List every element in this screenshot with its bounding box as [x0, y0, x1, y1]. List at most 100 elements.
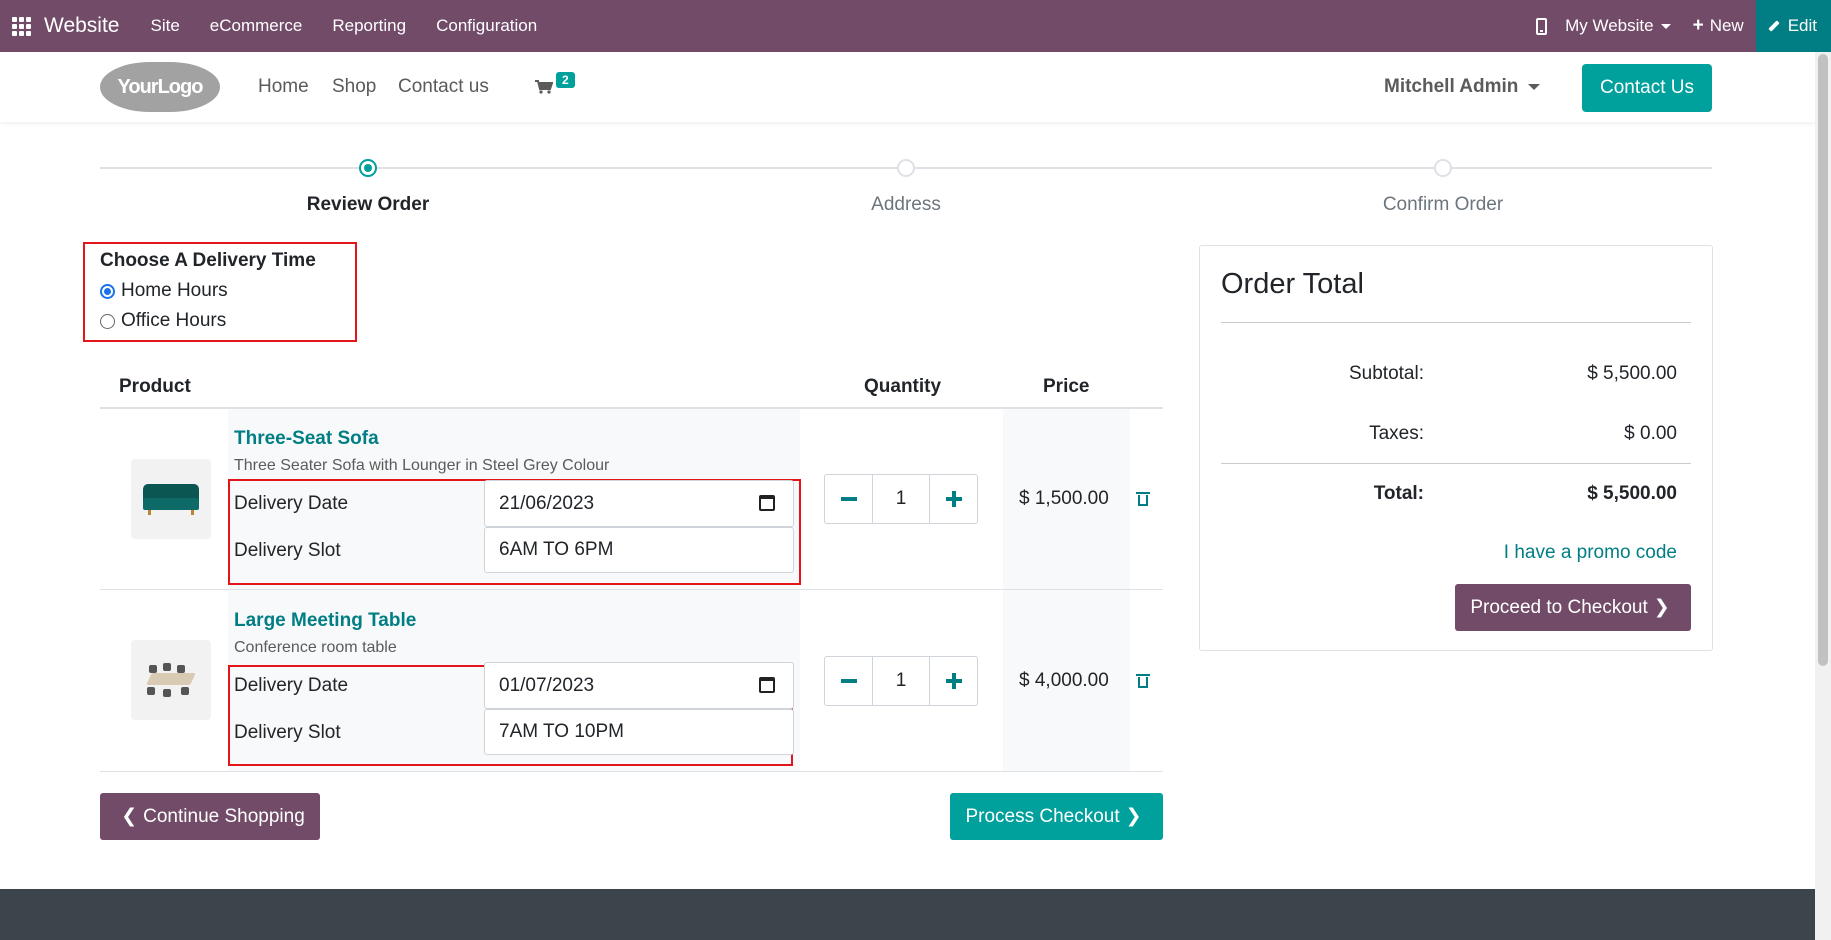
minus-icon: [840, 497, 857, 501]
step-dot-review-order: [359, 159, 377, 177]
step-dot-address: [897, 159, 915, 177]
delivery-date-input[interactable]: 01/07/2023: [484, 662, 794, 709]
product-name-link[interactable]: Three-Seat Sofa: [234, 428, 379, 450]
edit-button-label: Edit: [1787, 16, 1817, 35]
proceed-to-checkout-button[interactable]: Proceed to Checkout ❯: [1455, 584, 1691, 631]
delivery-slot-input[interactable]: 7AM TO 10PM: [484, 709, 794, 755]
contact-us-button[interactable]: Contact Us: [1582, 64, 1712, 112]
header-price: Price: [1043, 376, 1090, 397]
website-selector[interactable]: My Website: [1565, 16, 1671, 36]
continue-shopping-label: Continue Shopping: [143, 805, 305, 827]
new-button[interactable]: + New: [1693, 15, 1744, 37]
product-thumbnail[interactable]: [131, 640, 211, 720]
card-divider: [1221, 322, 1691, 323]
increase-quantity-button[interactable]: [929, 475, 977, 523]
decrease-quantity-button[interactable]: [825, 657, 873, 705]
edit-button[interactable]: Edit: [1755, 0, 1831, 52]
product-name-link[interactable]: Large Meeting Table: [234, 610, 416, 632]
step-label-address[interactable]: Address: [871, 194, 941, 216]
nav-home[interactable]: Home: [258, 76, 309, 98]
website-selector-label: My Website: [1565, 16, 1654, 35]
line-price: $ 4,000.00: [1019, 670, 1109, 691]
scrollbar-thumb[interactable]: [1818, 54, 1828, 666]
row-divider: [100, 589, 1163, 590]
plus-icon: +: [1692, 15, 1704, 36]
product-thumbnail[interactable]: [131, 459, 211, 539]
apps-grid-icon[interactable]: [10, 15, 32, 37]
plus-icon: [945, 673, 962, 689]
quantity-value[interactable]: 1: [873, 657, 929, 705]
process-checkout-button[interactable]: Process Checkout ❯: [950, 793, 1163, 840]
delivery-slot-label: Delivery Slot: [234, 722, 341, 743]
menu-ecommerce[interactable]: eCommerce: [195, 16, 318, 36]
taxes-value: $ 0.00: [1624, 423, 1677, 444]
chevron-right-icon: ❯: [1125, 806, 1142, 827]
cart-count-badge: 2: [556, 72, 575, 88]
header-product: Product: [119, 376, 191, 397]
page-scrollbar[interactable]: [1815, 52, 1831, 940]
header-quantity: Quantity: [864, 376, 942, 397]
radio-checked-icon[interactable]: [100, 283, 115, 299]
delivery-date-input[interactable]: 21/06/2023: [484, 480, 794, 527]
trash-icon[interactable]: [1136, 674, 1150, 688]
menu-reporting[interactable]: Reporting: [317, 16, 421, 36]
decrease-quantity-button[interactable]: [825, 475, 873, 523]
pencil-icon: [1768, 20, 1780, 32]
calendar-icon[interactable]: [759, 495, 775, 511]
quantity-stepper: 1: [824, 656, 978, 706]
order-total-card: Order Total Subtotal: $ 5,500.00 Taxes: …: [1199, 245, 1713, 651]
caret-down-icon: [1660, 23, 1671, 29]
site-header: YourLogo Home Shop Contact us 2 Mitchell…: [0, 52, 1815, 122]
process-checkout-label: Process Checkout: [965, 805, 1120, 827]
promo-code-link[interactable]: I have a promo code: [1504, 542, 1677, 564]
radio-unchecked-icon[interactable]: [100, 313, 115, 329]
order-total-title: Order Total: [1221, 268, 1364, 300]
continue-shopping-button[interactable]: ❮ Continue Shopping: [100, 793, 320, 840]
radio-office-hours-label[interactable]: Office Hours: [121, 310, 226, 332]
delivery-slot-label: Delivery Slot: [234, 540, 341, 561]
sofa-image: [143, 484, 199, 515]
site-logo[interactable]: YourLogo: [100, 62, 220, 112]
delivery-date-value: 21/06/2023: [499, 492, 595, 514]
menu-configuration[interactable]: Configuration: [421, 16, 552, 36]
row-divider: [100, 771, 1163, 772]
radio-home-hours[interactable]: Home Hours: [100, 276, 355, 306]
product-description: Three Seater Sofa with Lounger in Steel …: [234, 457, 610, 474]
user-menu[interactable]: Mitchell Admin: [1384, 76, 1541, 98]
increase-quantity-button[interactable]: [929, 657, 977, 705]
delivery-slot-value: 6AM TO 6PM: [499, 539, 614, 560]
delivery-slot-input[interactable]: 6AM TO 6PM: [484, 527, 794, 573]
new-button-label: New: [1709, 16, 1744, 35]
quantity-value[interactable]: 1: [873, 475, 929, 523]
meeting-table-image: [141, 663, 201, 697]
quantity-stepper: 1: [824, 474, 978, 524]
user-name: Mitchell Admin: [1384, 76, 1519, 97]
nav-contact-us[interactable]: Contact us: [398, 76, 489, 98]
step-label-review-order: Review Order: [306, 194, 430, 215]
cart-icon[interactable]: [535, 80, 553, 94]
nav-shop[interactable]: Shop: [332, 76, 376, 98]
calendar-icon[interactable]: [759, 677, 775, 693]
radio-office-hours[interactable]: Office Hours: [100, 306, 355, 336]
page-footer: [0, 889, 1815, 940]
app-brand[interactable]: Website: [44, 14, 119, 38]
trash-icon[interactable]: [1136, 492, 1150, 506]
delivery-time-box: Choose A Delivery Time Home Hours Office…: [83, 242, 357, 342]
menu-site[interactable]: Site: [135, 16, 194, 36]
radio-home-hours-label[interactable]: Home Hours: [121, 280, 228, 302]
subtotal-value: $ 5,500.00: [1587, 363, 1677, 384]
product-description: Conference room table: [234, 639, 397, 656]
total-value: $ 5,500.00: [1587, 483, 1677, 504]
line-price: $ 1,500.00: [1019, 488, 1109, 509]
subtotal-label: Subtotal:: [1349, 363, 1424, 384]
price-column: [1003, 409, 1130, 771]
admin-right-group: My Website + New Edit: [1536, 0, 1831, 52]
caret-down-icon: [1528, 84, 1541, 90]
total-label: Total:: [1373, 483, 1424, 504]
chevron-left-icon: ❮: [121, 806, 138, 827]
mobile-preview-icon[interactable]: [1536, 17, 1548, 35]
delivery-time-title: Choose A Delivery Time: [100, 250, 316, 271]
admin-bar: Website Site eCommerce Reporting Configu…: [0, 0, 1831, 52]
delivery-date-label: Delivery Date: [234, 493, 349, 514]
card-divider: [1221, 463, 1691, 464]
